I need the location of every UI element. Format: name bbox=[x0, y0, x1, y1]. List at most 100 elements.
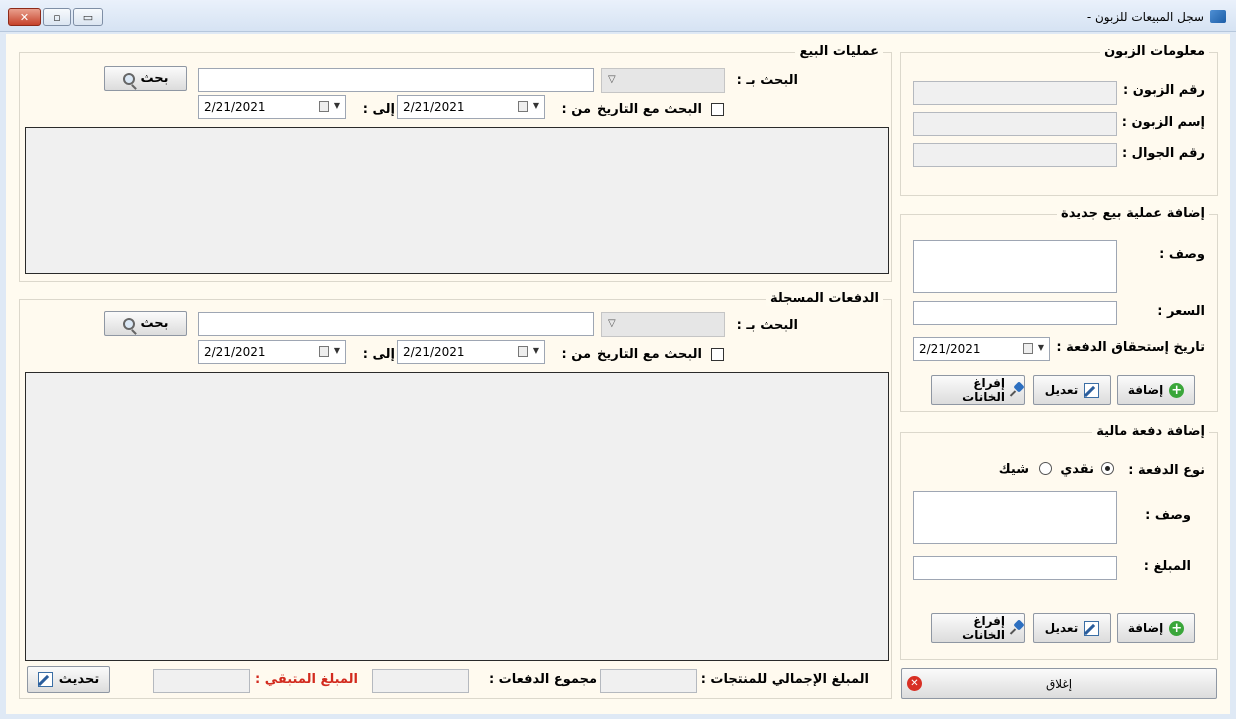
payment-edit-label: تعديل bbox=[1044, 621, 1079, 635]
payments-grid[interactable] bbox=[25, 372, 889, 661]
window-client: معلومات الزبون رقم الزبون : إسم الزبون :… bbox=[6, 34, 1230, 714]
sale-clear-label: إفراغ الخانات bbox=[962, 376, 1006, 404]
sale-clear-button[interactable]: إفراغ الخانات bbox=[931, 375, 1025, 405]
new-sale-group: إضافة عملية بيع جديدة وصف : السعر : تاري… bbox=[900, 206, 1218, 412]
customer-info-title: معلومات الزبون bbox=[1100, 44, 1209, 59]
maximize-window-button[interactable]: ▫ bbox=[43, 8, 71, 26]
sales-grid[interactable] bbox=[25, 127, 889, 274]
chevron-down-icon: ▽ bbox=[608, 318, 616, 329]
total-payments-label: مجموع الدفعات : bbox=[488, 672, 597, 687]
payments-from-date-value: 2/21/2021 bbox=[403, 345, 465, 359]
payments-to-date-value: 2/21/2021 bbox=[204, 345, 266, 359]
search-icon bbox=[122, 317, 135, 330]
refresh-button[interactable]: تحديث bbox=[27, 666, 110, 693]
add-icon: + bbox=[1169, 620, 1185, 636]
payments-from-date[interactable]: 2/21/2021 ▼ bbox=[397, 340, 545, 364]
pin-icon bbox=[1011, 383, 1024, 397]
payment-clear-button[interactable]: إفراغ الخانات bbox=[931, 613, 1025, 643]
payments-search-date-label: البحث مع التاريخ bbox=[596, 347, 702, 362]
new-payment-group: إضافة دفعة مالية نوع الدفعة : نقدي شيك و… bbox=[900, 424, 1218, 660]
payments-from-label: من : bbox=[561, 347, 591, 362]
sales-to-date-value: 2/21/2021 bbox=[204, 100, 266, 114]
sales-from-date[interactable]: 2/21/2021 ▼ bbox=[397, 95, 545, 119]
price-field[interactable] bbox=[913, 301, 1117, 325]
payment-add-label: إضافة bbox=[1127, 621, 1164, 635]
refresh-icon bbox=[37, 672, 53, 687]
due-date-picker[interactable]: 2/21/2021 ▼ bbox=[913, 337, 1050, 361]
mobile-field[interactable] bbox=[913, 143, 1117, 167]
payment-add-button[interactable]: + إضافة bbox=[1117, 613, 1195, 643]
mobile-label: رقم الجوال : bbox=[1121, 146, 1205, 161]
payments-search-date-checkbox[interactable] bbox=[711, 348, 724, 361]
customer-number-field[interactable] bbox=[913, 81, 1117, 105]
customer-name-field[interactable] bbox=[913, 112, 1117, 136]
calendar-icon bbox=[518, 346, 528, 357]
chevron-down-icon: ▼ bbox=[1037, 343, 1044, 352]
payments-group: الدفعات المسجلة البحث بـ : ▽ بحث البحث م… bbox=[19, 291, 892, 699]
check-label: شيك bbox=[998, 462, 1029, 477]
customer-number-label: رقم الزبون : bbox=[1123, 83, 1205, 98]
calendar-icon bbox=[319, 101, 329, 112]
sale-description-field[interactable] bbox=[913, 240, 1117, 293]
calendar-icon bbox=[518, 101, 528, 112]
sales-search-button[interactable]: بحث bbox=[104, 66, 187, 91]
app-icon bbox=[1210, 10, 1226, 23]
total-products-label: المبلغ الإجمالي للمنتجات : bbox=[700, 672, 869, 687]
add-icon: + bbox=[1169, 382, 1185, 398]
payment-edit-button[interactable]: تعديل bbox=[1033, 613, 1111, 643]
due-date-label: تاريخ إستحقاق الدفعة : bbox=[1056, 340, 1205, 355]
sales-search-button-label: بحث bbox=[140, 71, 169, 86]
calendar-icon bbox=[319, 346, 329, 357]
cash-label: نقدي bbox=[1060, 462, 1094, 477]
amount-label: المبلغ : bbox=[1143, 559, 1191, 574]
window-title: سجل المبيعات للزبون - bbox=[1086, 10, 1204, 24]
payments-search-by-select[interactable]: ▽ bbox=[601, 312, 725, 337]
sales-search-by-select[interactable]: ▽ bbox=[601, 68, 725, 93]
window-controls: ✕ ▫ ▭ bbox=[8, 8, 103, 26]
close-window-button[interactable]: ✕ bbox=[8, 8, 41, 26]
remaining-field bbox=[153, 669, 250, 693]
due-date-value: 2/21/2021 bbox=[919, 342, 981, 356]
amount-field[interactable] bbox=[913, 556, 1117, 580]
sales-ops-title: عمليات البيع bbox=[795, 44, 883, 59]
customer-info-group: معلومات الزبون رقم الزبون : إسم الزبون :… bbox=[900, 44, 1218, 196]
payments-title: الدفعات المسجلة bbox=[765, 291, 883, 306]
minimize-window-button[interactable]: ▭ bbox=[73, 8, 103, 26]
chevron-down-icon: ▼ bbox=[532, 346, 539, 355]
sales-search-input[interactable] bbox=[198, 68, 594, 92]
sale-edit-button[interactable]: تعديل bbox=[1033, 375, 1111, 405]
payments-to-date[interactable]: 2/21/2021 ▼ bbox=[198, 340, 346, 364]
sales-from-label: من : bbox=[561, 102, 591, 117]
remaining-label: المبلغ المتبقي : bbox=[255, 672, 358, 687]
total-products-field bbox=[600, 669, 697, 693]
sales-to-date[interactable]: 2/21/2021 ▼ bbox=[198, 95, 346, 119]
sale-add-button[interactable]: + إضافة bbox=[1117, 375, 1195, 405]
sales-search-by-label: البحث بـ : bbox=[736, 73, 798, 88]
chevron-down-icon: ▼ bbox=[333, 101, 340, 110]
price-label: السعر : bbox=[1157, 304, 1205, 319]
close-label: إغلاق bbox=[1045, 676, 1073, 691]
payment-type-label: نوع الدفعة : bbox=[1128, 463, 1205, 478]
total-payments-field bbox=[372, 669, 469, 693]
cash-radio[interactable] bbox=[1101, 462, 1114, 475]
sales-search-date-label: البحث مع التاريخ bbox=[596, 102, 702, 117]
check-radio[interactable] bbox=[1039, 462, 1052, 475]
payments-search-input[interactable] bbox=[198, 312, 594, 336]
chevron-down-icon: ▽ bbox=[608, 74, 616, 85]
close-button[interactable]: إغلاق ✕ bbox=[901, 668, 1217, 699]
pin-icon bbox=[1011, 621, 1024, 635]
new-sale-title: إضافة عملية بيع جديدة bbox=[1057, 206, 1209, 221]
refresh-label: تحديث bbox=[58, 672, 100, 687]
customer-name-label: إسم الزبون : bbox=[1121, 115, 1205, 130]
payment-clear-label: إفراغ الخانات bbox=[962, 614, 1006, 642]
sale-description-label: وصف : bbox=[1159, 247, 1205, 262]
payment-description-field[interactable] bbox=[913, 491, 1117, 544]
payments-search-by-label: البحث بـ : bbox=[736, 318, 798, 333]
search-icon bbox=[122, 72, 135, 85]
sales-search-date-checkbox[interactable] bbox=[711, 103, 724, 116]
chevron-down-icon: ▼ bbox=[333, 346, 340, 355]
sales-ops-group: عمليات البيع البحث بـ : ▽ بحث البحث مع ا… bbox=[19, 44, 892, 282]
payments-to-label: إلى : bbox=[362, 347, 395, 362]
payments-search-button[interactable]: بحث bbox=[104, 311, 187, 336]
title-bar: ✕ ▫ ▭ سجل المبيعات للزبون - bbox=[0, 0, 1236, 32]
